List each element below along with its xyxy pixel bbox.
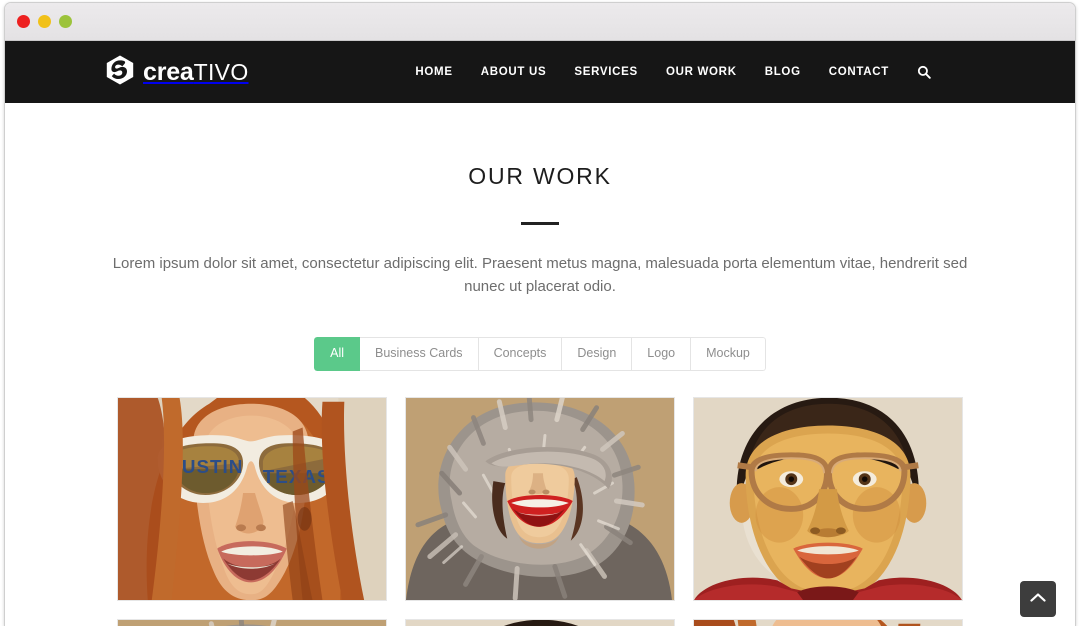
page-description: Lorem ipsum dolor sit amet, consectetur …	[112, 255, 968, 295]
portfolio-item-fur-hood-portrait-2[interactable]	[117, 619, 387, 626]
brand-logo[interactable]: creaTIVO	[106, 55, 249, 90]
page-title: OUR WORK	[468, 163, 612, 189]
brand-name-bold: crea	[143, 57, 194, 86]
chevron-up-icon	[1030, 590, 1046, 608]
portfolio-filter-bar: All Business Cards Concepts Design Logo …	[314, 336, 766, 372]
maximize-window-button[interactable]	[59, 15, 72, 28]
search-icon[interactable]	[903, 65, 943, 79]
title-divider	[521, 222, 559, 225]
filter-button-business-cards[interactable]: Business Cards	[360, 336, 479, 372]
portfolio-grid: AUSTIN TEXAS	[117, 397, 963, 626]
page-body: OUR WORK Lorem ipsum dolor sit amet, con…	[5, 103, 1075, 626]
filter-button-all[interactable]: All	[314, 336, 361, 372]
back-to-top-button[interactable]	[1020, 581, 1056, 617]
nav-item-about-us[interactable]: ABOUT US	[467, 66, 561, 78]
site-header: creaTIVO HOME ABOUT US SERVICES OUR WORK…	[5, 41, 1075, 103]
nav-item-services[interactable]: SERVICES	[560, 66, 652, 78]
nav-item-contact[interactable]: CONTACT	[815, 66, 903, 78]
portfolio-item-austin-texas-sunglasses-portrait-2[interactable]	[693, 619, 963, 626]
brand-name-light: TIVO	[193, 58, 249, 85]
browser-titlebar	[5, 3, 1075, 41]
nav-item-our-work[interactable]: OUR WORK	[652, 66, 751, 78]
portfolio-item-man-with-glasses-portrait[interactable]	[693, 397, 963, 602]
nav-item-home[interactable]: HOME	[401, 66, 466, 78]
browser-window: creaTIVO HOME ABOUT US SERVICES OUR WORK…	[4, 2, 1076, 626]
window-controls	[17, 15, 72, 28]
main-navigation: HOME ABOUT US SERVICES OUR WORK BLOG CON…	[401, 65, 1051, 79]
portfolio-item-man-with-glasses-portrait-2[interactable]	[405, 619, 675, 626]
filter-button-mockup[interactable]: Mockup	[691, 336, 766, 372]
brand-wordmark: creaTIVO	[143, 57, 249, 86]
portfolio-item-fur-hood-portrait[interactable]	[405, 397, 675, 602]
portfolio-item-austin-texas-sunglasses-portrait[interactable]: AUSTIN TEXAS	[117, 397, 387, 602]
hexagon-swirl-logo-icon	[106, 55, 134, 90]
close-window-button[interactable]	[17, 15, 30, 28]
site-viewport: creaTIVO HOME ABOUT US SERVICES OUR WORK…	[5, 41, 1075, 626]
filter-button-design[interactable]: Design	[562, 336, 633, 372]
nav-item-blog[interactable]: BLOG	[751, 66, 815, 78]
filter-button-concepts[interactable]: Concepts	[478, 336, 563, 372]
filter-button-logo[interactable]: Logo	[632, 336, 692, 372]
minimize-window-button[interactable]	[38, 15, 51, 28]
